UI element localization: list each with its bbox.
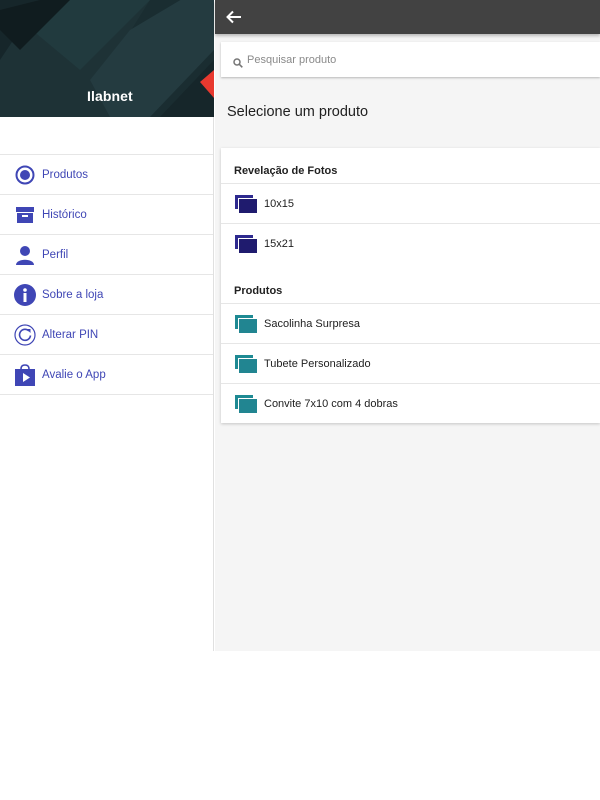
list-item-label: 15x21: [264, 237, 294, 250]
play-store-icon: [14, 363, 36, 386]
list-item-tubete-personalizado[interactable]: Tubete Personalizado: [221, 343, 600, 383]
section-title-produtos: Produtos: [234, 285, 283, 297]
app-name: Ilabnet: [87, 88, 133, 104]
drawer-header: Ilabnet: [0, 0, 214, 117]
drawer-menu: Produtos Histórico Perfil Sobre a loja A…: [0, 154, 213, 395]
person-icon: [14, 244, 36, 266]
folder-icon: [235, 234, 257, 253]
menu-item-label: Histórico: [42, 208, 87, 221]
product-list-card: Revelação de Fotos 10x15 15x21 Produtos …: [221, 148, 600, 423]
archive-icon: [14, 204, 36, 226]
list-item-convite[interactable]: Convite 7x10 com 4 dobras: [221, 383, 600, 423]
menu-item-avalie-o-app[interactable]: Avalie o App: [0, 355, 213, 395]
info-icon: [14, 283, 36, 306]
menu-item-sobre-a-loja[interactable]: Sobre a loja: [0, 275, 213, 315]
menu-item-label: Produtos: [42, 168, 89, 181]
list-item-sacolinha-surpresa[interactable]: Sacolinha Surpresa: [221, 303, 600, 343]
menu-item-label: Avalie o App: [42, 368, 106, 381]
list-item-10x15[interactable]: 10x15: [221, 183, 600, 223]
section-title-revelacao: Revelação de Fotos: [234, 165, 338, 177]
page-title: Selecione um produto: [227, 104, 369, 120]
list-item-label: Tubete Personalizado: [264, 357, 371, 370]
app-bar: [215, 0, 600, 34]
search-input[interactable]: [247, 53, 567, 66]
refresh-icon: [14, 323, 36, 346]
menu-item-label: Alterar PIN: [42, 328, 99, 341]
folder-icon: [235, 314, 257, 333]
folder-icon: [235, 354, 257, 373]
menu-item-label: Perfil: [42, 248, 69, 261]
list-item-label: Sacolinha Surpresa: [264, 317, 361, 330]
menu-item-perfil[interactable]: Perfil: [0, 235, 213, 275]
folder-icon: [235, 394, 257, 413]
navigation-drawer: Ilabnet Produtos Histórico Perfil Sobre …: [0, 0, 214, 651]
menu-item-alterar-pin[interactable]: Alterar PIN: [0, 315, 213, 355]
list-item-label: 10x15: [264, 197, 294, 210]
folder-icon: [235, 194, 257, 213]
search-bar: [221, 42, 600, 77]
arrow-back-icon[interactable]: [224, 7, 244, 27]
menu-item-historico[interactable]: Histórico: [0, 195, 213, 235]
menu-item-label: Sobre a loja: [42, 288, 104, 301]
radio-selected-icon: [14, 164, 36, 186]
list-item-label: Convite 7x10 com 4 dobras: [264, 397, 398, 410]
search-icon: [233, 55, 243, 68]
list-item-15x21[interactable]: 15x21: [221, 223, 600, 263]
main-panel: Selecione um produto Revelação de Fotos …: [215, 0, 600, 651]
menu-item-produtos[interactable]: Produtos: [0, 155, 213, 195]
